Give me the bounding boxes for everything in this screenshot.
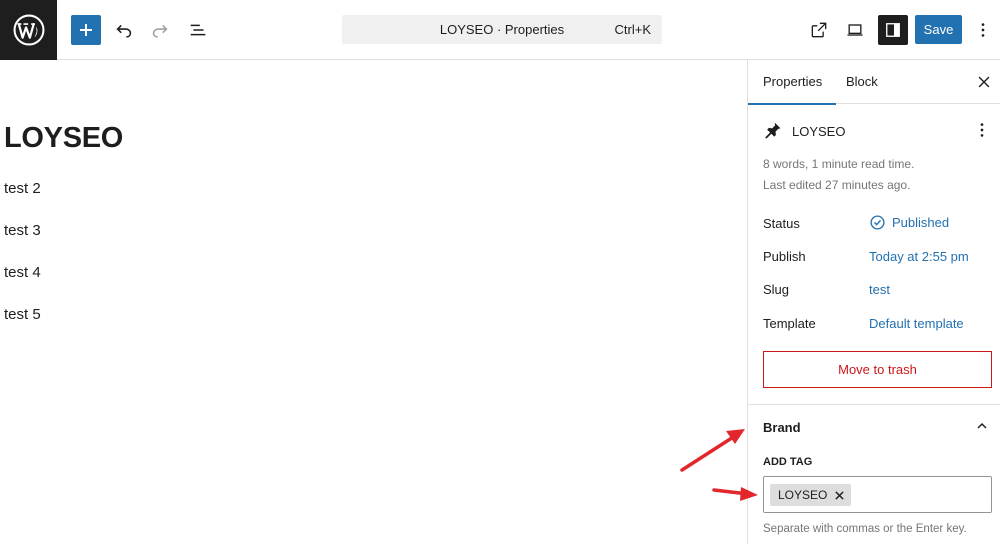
editor-toolbar: LOYSEO · Properties Ctrl+K Save xyxy=(0,0,1000,60)
tab-properties[interactable]: Properties xyxy=(747,60,837,105)
status-label: Status xyxy=(763,216,800,231)
tab-block[interactable]: Block xyxy=(846,60,878,104)
paragraph-block[interactable]: test 3 xyxy=(4,222,41,239)
publish-label: Publish xyxy=(763,249,806,264)
move-to-trash-button[interactable]: Move to trash xyxy=(763,351,992,388)
command-shortcut: Ctrl+K xyxy=(614,22,651,37)
external-view-icon xyxy=(811,22,827,38)
tag-chip: LOYSEO xyxy=(770,484,852,506)
settings-sidebar: Properties Block LOYSEO 8 words, 1 minut… xyxy=(747,60,1000,544)
add-tag-label: ADD TAG xyxy=(763,456,813,468)
publish-date-button[interactable]: Today at 2:55 pm xyxy=(869,249,969,264)
undo-button[interactable] xyxy=(109,15,139,45)
command-bar-title: LOYSEO · Properties xyxy=(439,22,565,37)
post-actions-button[interactable] xyxy=(972,120,992,140)
panel-divider xyxy=(748,404,1000,405)
wordpress-logo-button[interactable] xyxy=(0,0,57,60)
document-overview-button[interactable] xyxy=(183,15,213,45)
post-title[interactable]: LOYSEO xyxy=(4,122,123,155)
wordpress-logo-icon xyxy=(13,14,44,46)
close-sidebar-button[interactable] xyxy=(974,72,994,92)
close-icon xyxy=(835,490,844,500)
plus-icon xyxy=(80,24,92,36)
close-icon xyxy=(978,76,990,88)
device-preview-icon xyxy=(847,24,863,36)
tag-input-field[interactable]: LOYSEO xyxy=(763,476,992,513)
redo-icon xyxy=(152,24,168,38)
brand-panel-title[interactable]: Brand xyxy=(763,420,801,435)
last-edited-meta: Last edited 27 minutes ago. xyxy=(763,178,911,192)
undo-icon xyxy=(116,24,132,38)
paragraph-block[interactable]: test 5 xyxy=(4,306,41,323)
device-preview-button[interactable] xyxy=(840,15,870,45)
slug-button[interactable]: test xyxy=(869,282,890,297)
template-label: Template xyxy=(763,316,816,331)
tag-help-text: Separate with commas or the Enter key. xyxy=(763,523,967,535)
view-post-button[interactable] xyxy=(804,15,834,45)
template-button[interactable]: Default template xyxy=(869,316,964,331)
more-vertical-icon xyxy=(980,123,984,137)
paragraph-block[interactable]: test 2 xyxy=(4,180,41,197)
status-value-button[interactable]: Published xyxy=(869,214,949,231)
save-button[interactable]: Save xyxy=(915,15,962,44)
settings-sidebar-toggle[interactable] xyxy=(878,15,908,45)
redo-button[interactable] xyxy=(145,15,175,45)
remove-tag-button[interactable] xyxy=(833,489,845,501)
more-vertical-icon xyxy=(981,23,985,37)
command-palette-bar[interactable]: LOYSEO · Properties Ctrl+K xyxy=(342,15,662,44)
chevron-up-icon xyxy=(977,422,987,429)
editor-canvas: LOYSEO test 2 test 3 test 4 test 5 xyxy=(0,60,747,544)
word-count-meta: 8 words, 1 minute read time. xyxy=(763,157,915,171)
paragraph-block[interactable]: test 4 xyxy=(4,264,41,281)
slug-label: Slug xyxy=(763,282,790,297)
check-circle-icon xyxy=(870,215,885,230)
post-card-title: LOYSEO xyxy=(792,124,846,139)
pin-icon xyxy=(765,122,781,139)
sidebar-toggle-icon xyxy=(886,23,900,37)
sidebar-tabs: Properties Block xyxy=(747,60,1000,105)
status-value: Published xyxy=(892,215,950,230)
add-block-button[interactable] xyxy=(71,15,101,45)
list-view-icon xyxy=(190,24,206,36)
options-menu-button[interactable] xyxy=(968,15,998,45)
brand-panel-toggle[interactable] xyxy=(972,416,992,436)
tag-chip-label: LOYSEO xyxy=(778,488,828,502)
